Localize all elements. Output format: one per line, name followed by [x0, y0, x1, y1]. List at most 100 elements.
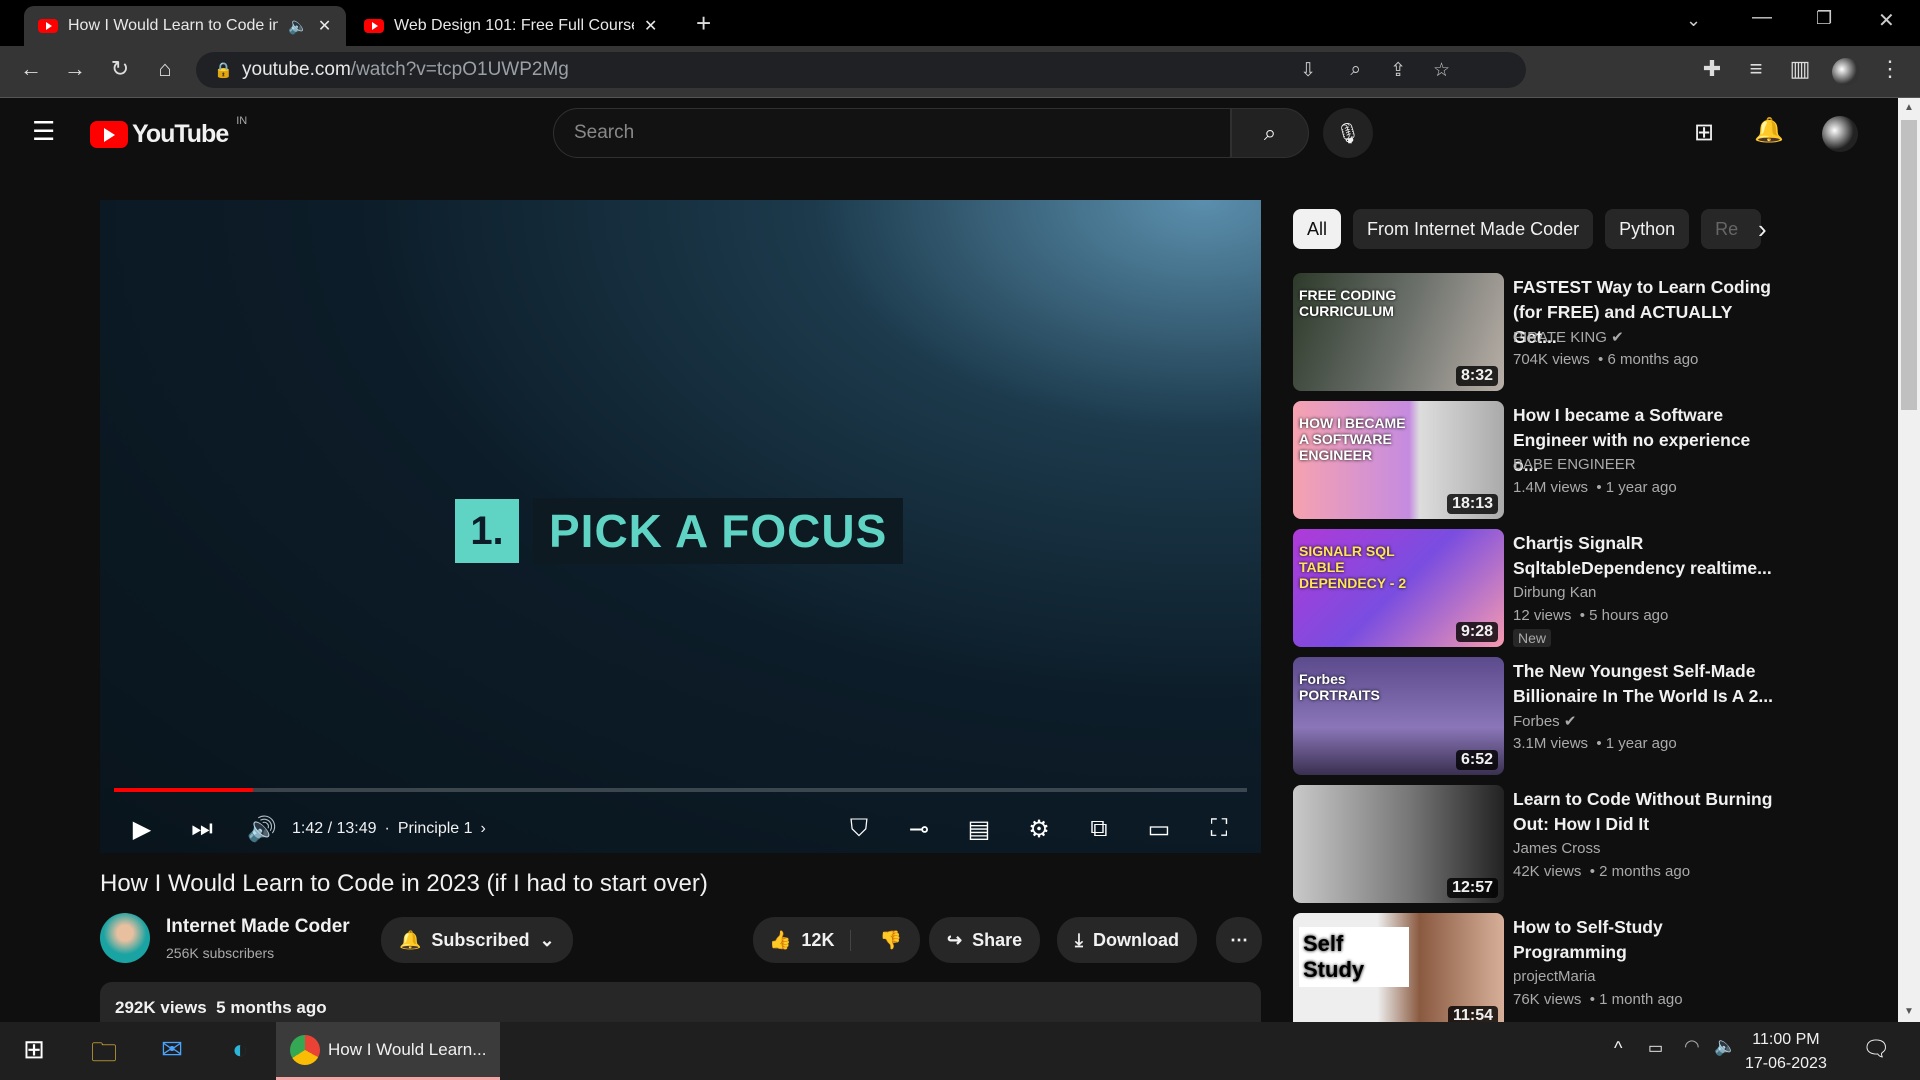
fullscreen-icon[interactable]: ⛶ [1189, 815, 1249, 843]
youtube-logo[interactable]: YouTube IN [90, 115, 247, 149]
recommended-video[interactable]: HOW I BECAME A SOFTWARE ENGINEER 18:13 H… [1293, 401, 1853, 519]
chevron-right-icon[interactable]: › [481, 820, 486, 838]
subscribed-button[interactable]: 🔔 Subscribed ⌄ [381, 917, 573, 963]
tray-overflow-icon[interactable]: ^ [1614, 1038, 1622, 1059]
video-thumbnail[interactable]: Self Study 11:54 [1293, 913, 1504, 1031]
url-path: /watch?v=tcpO1UWP2Mg [350, 59, 569, 80]
audio-icon[interactable]: 🔈 [288, 16, 308, 36]
scroll-down-icon[interactable]: ▼ [1904, 1006, 1914, 1017]
restore-button[interactable]: ❐ [1816, 8, 1832, 29]
chip-python[interactable]: Python [1605, 209, 1690, 249]
dislike-button[interactable]: 👎 [861, 930, 919, 951]
video-thumbnail[interactable]: Forbes PORTRAITS 6:52 [1293, 657, 1504, 775]
new-badge: New [1513, 629, 1552, 647]
windows-start-icon[interactable]: ⊞ [16, 1034, 52, 1070]
recommended-video[interactable]: FREE CODING CURRICULUM 8:32 FASTEST Way … [1293, 273, 1853, 391]
channel-avatar[interactable] [100, 913, 150, 963]
miniplayer-icon[interactable]: ⧉ [1069, 815, 1129, 843]
search-button[interactable]: ⌕ [1231, 108, 1309, 158]
edge-icon[interactable]: ◐ [222, 1034, 258, 1070]
video-duration: 18:13 [1447, 494, 1498, 514]
media-control-icon[interactable]: ≡ [1741, 56, 1771, 82]
battery-icon[interactable]: ▭ [1648, 1038, 1663, 1058]
wifi-icon[interactable]: ◠ [1684, 1036, 1700, 1057]
minimize-button[interactable]: — [1752, 6, 1772, 29]
taskbar-chrome-button[interactable]: How I Would Learn... [276, 1022, 500, 1080]
chip-all[interactable]: All [1293, 209, 1342, 249]
subtitles-icon[interactable]: ▤ [949, 815, 1009, 844]
recommended-video[interactable]: Self Study 11:54 How to Self-Study Progr… [1293, 913, 1853, 1031]
more-actions-button[interactable]: ⋯ [1216, 917, 1262, 963]
tab-search-icon[interactable]: ⌄ [1686, 10, 1701, 31]
video-thumbnail[interactable]: SIGNALR SQL TABLE DEPENDECY - 2 9:28 [1293, 529, 1504, 647]
clock-time: 11:00 PM [1752, 1031, 1820, 1048]
video-player[interactable]: 1. PICK A FOCUS ▶ ⏭ 🔊 1:42 / 13:49 · Pri… [100, 200, 1261, 853]
file-explorer-icon[interactable]: 🗀 [86, 1034, 122, 1070]
like-button[interactable]: 👍 12K [753, 929, 852, 951]
download-button[interactable]: ⤓ Download [1057, 917, 1197, 963]
new-tab-button[interactable]: + [696, 8, 711, 39]
video-duration: 8:32 [1455, 366, 1498, 386]
profile-avatar[interactable] [1832, 58, 1860, 86]
voice-search-button[interactable]: 🎙 [1323, 108, 1373, 158]
share-button[interactable]: ↪ Share [929, 917, 1041, 963]
theater-mode-icon[interactable]: ▭ [1129, 815, 1189, 844]
zoom-icon[interactable]: ⌕ [1350, 59, 1361, 81]
close-tab-icon[interactable]: ✕ [644, 16, 657, 36]
video-thumbnail[interactable]: HOW I BECAME A SOFTWARE ENGINEER 18:13 [1293, 401, 1504, 519]
view-count: 42K views [1513, 863, 1582, 880]
settings-gear-icon[interactable]: ⚙ [1009, 815, 1069, 844]
reload-icon[interactable]: ↻ [105, 56, 135, 82]
tab-active[interactable]: How I Would Learn to Code in 2023 (if I … [24, 6, 346, 46]
extensions-icon[interactable]: ✚ [1697, 56, 1727, 82]
scrollbar-thumb[interactable] [1901, 120, 1917, 410]
channel-name[interactable]: Internet Made Coder [166, 916, 350, 938]
video-title: Learn to Code Without Burning Out: How I… [1513, 789, 1773, 834]
search-icon: ⌕ [1263, 120, 1277, 145]
side-panel-icon[interactable]: ▥ [1785, 56, 1815, 82]
video-thumbnail[interactable]: 12:57 [1293, 785, 1504, 903]
view-count: 12 views [1513, 607, 1572, 624]
scroll-up-icon[interactable]: ▲ [1904, 102, 1914, 113]
recommended-video[interactable]: Forbes PORTRAITS 6:52 The New Youngest S… [1293, 657, 1853, 775]
recommended-video[interactable]: SIGNALR SQL TABLE DEPENDECY - 2 9:28 Cha… [1293, 529, 1853, 647]
recommended-video[interactable]: 12:57 Learn to Code Without Burning Out:… [1293, 785, 1853, 903]
channel-name: PIRATE KING [1513, 329, 1607, 346]
close-window-button[interactable]: ✕ [1878, 8, 1895, 33]
install-icon[interactable]: ⇩ [1300, 59, 1316, 82]
account-avatar[interactable] [1822, 116, 1858, 152]
play-icon[interactable]: ▶ [112, 815, 172, 844]
home-icon[interactable]: ⌂ [150, 56, 180, 82]
volume-icon[interactable]: 🔊 [232, 815, 292, 844]
chip-truncated[interactable]: Re [1701, 209, 1762, 249]
lock-icon[interactable]: 🔒 [214, 61, 233, 79]
search-input[interactable]: Search [553, 108, 1231, 158]
view-count: 1.4M views [1513, 479, 1589, 496]
notification-center-icon[interactable]: 🗨 [1862, 1036, 1890, 1062]
chips-next-icon[interactable]: › [1758, 214, 1767, 245]
share-page-icon[interactable]: ⇪ [1390, 59, 1406, 82]
chapter-title[interactable]: Principle 1 [398, 820, 473, 838]
upload-age: 2 months ago [1599, 863, 1691, 880]
video-thumbnail[interactable]: FREE CODING CURRICULUM 8:32 [1293, 273, 1504, 391]
system-clock[interactable]: 11:00 PM 17-06-2023 [1745, 1028, 1827, 1076]
progress-bar[interactable] [114, 788, 1247, 792]
back-icon[interactable]: ← [16, 56, 46, 82]
forward-icon[interactable]: → [60, 56, 90, 82]
hamburger-menu-icon[interactable]: ☰ [32, 116, 55, 147]
url-bar[interactable]: 🔒 youtube.com/watch?v=tcpO1UWP2Mg ⇩ ⌕ ⇪ … [196, 52, 1526, 88]
tab-web-design[interactable]: Web Design 101: Free Full Course ✕ [350, 6, 672, 46]
autoplay-toggle[interactable]: ⊸ [889, 815, 949, 844]
close-tab-icon[interactable]: ✕ [318, 16, 331, 36]
notifications-bell-icon[interactable]: 🔔 [1754, 116, 1784, 145]
download-icon: ⤓ [1075, 929, 1083, 950]
shield-icon[interactable]: ⛉ [829, 815, 889, 843]
bookmark-star-icon[interactable]: ☆ [1433, 59, 1450, 82]
chrome-menu-icon[interactable]: ⋮ [1875, 56, 1905, 82]
chip-from-channel[interactable]: From Internet Made Coder [1353, 209, 1594, 249]
next-icon[interactable]: ⏭ [172, 815, 232, 843]
speaker-icon[interactable]: 🔈 [1714, 1036, 1736, 1057]
thunderbird-icon[interactable]: ✉ [154, 1034, 190, 1070]
create-video-icon[interactable]: ⊞ [1694, 118, 1714, 147]
like-dislike-group: 👍 12K 👎 [753, 917, 920, 963]
